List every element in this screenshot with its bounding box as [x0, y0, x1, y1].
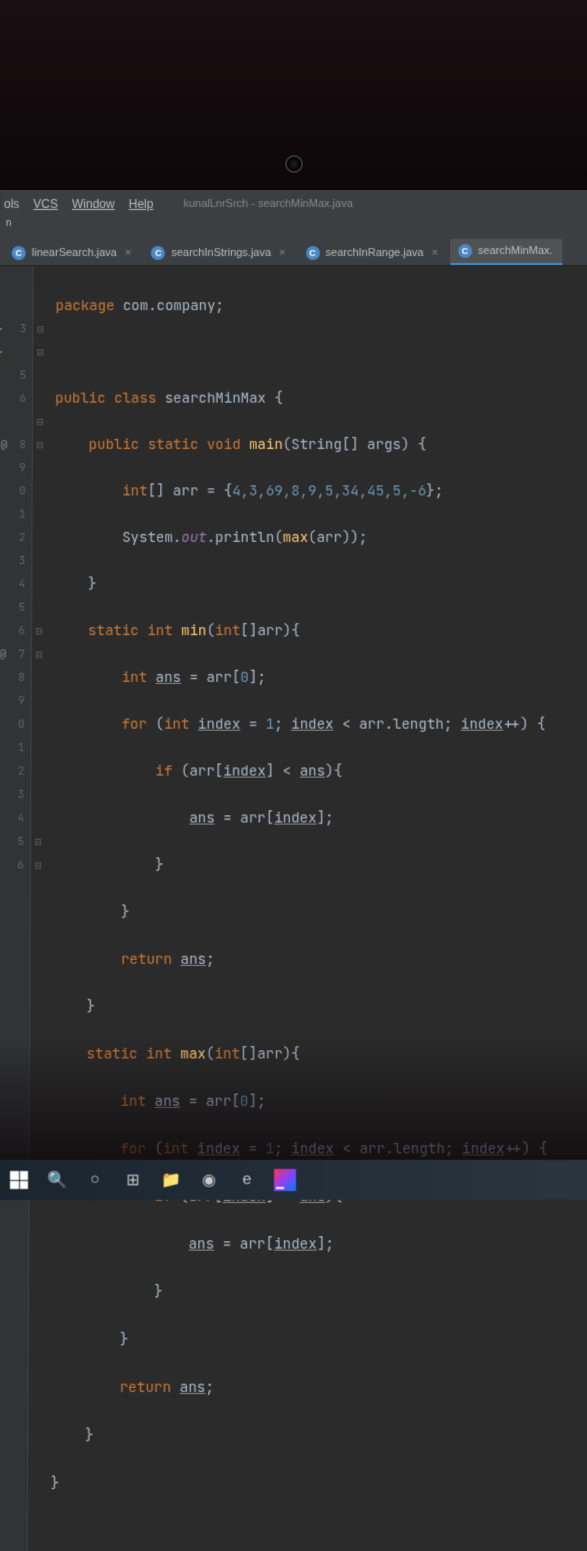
- override-icon: @: [1, 434, 8, 457]
- java-class-icon: C: [12, 246, 26, 260]
- edge-icon[interactable]: e: [234, 1167, 260, 1193]
- taskview-icon[interactable]: ⊞: [120, 1167, 146, 1193]
- tab-searchinrange[interactable]: C searchInRange.java ×: [298, 241, 448, 265]
- java-class-icon: C: [151, 246, 165, 260]
- search-icon[interactable]: 🔍: [44, 1167, 70, 1193]
- editor-tabs: C linearSearch.java × C searchInStrings.…: [0, 236, 587, 266]
- menu-vcs[interactable]: VCS: [33, 197, 58, 211]
- close-icon[interactable]: ×: [432, 247, 438, 259]
- windows-taskbar[interactable]: 🔍 ○ ⊞ 📁 ◉ e: [0, 1160, 587, 1200]
- screen-area: ols VCS Window Help kunalLnrSrch - searc…: [0, 190, 587, 1176]
- code-editor[interactable]: ▶3 ▶ 5 6 @8 9 0 1 2 3 4 5 6 @7 8 9 0 1 2…: [0, 266, 587, 1551]
- windows-logo-icon: [10, 1171, 28, 1189]
- webcam: [285, 155, 303, 173]
- toolwindow-bar[interactable]: n: [0, 218, 587, 236]
- run-marker-icon: ▶: [0, 341, 3, 364]
- tab-searchinstrings[interactable]: C searchInStrings.java ×: [143, 241, 295, 265]
- code-area[interactable]: package com.company; public class search…: [42, 266, 549, 1551]
- close-icon[interactable]: ×: [125, 247, 131, 259]
- tab-label: searchInRange.java: [326, 247, 424, 259]
- tab-linearsearch[interactable]: C linearSearch.java ×: [4, 241, 142, 265]
- run-marker-icon: ▶: [0, 318, 3, 341]
- main-menubar: ols VCS Window Help kunalLnrSrch - searc…: [0, 190, 587, 218]
- tab-searchminmax[interactable]: C searchMinMax.: [450, 239, 563, 265]
- menu-window[interactable]: Window: [72, 197, 115, 211]
- window-title: kunalLnrSrch - searchMinMax.java: [183, 198, 352, 210]
- intellij-logo-icon: [274, 1169, 296, 1191]
- tab-label: searchMinMax.: [478, 245, 553, 257]
- start-button[interactable]: [6, 1167, 32, 1193]
- cortana-icon[interactable]: ○: [82, 1167, 108, 1193]
- java-class-icon: C: [306, 246, 320, 260]
- java-class-icon: C: [458, 244, 472, 258]
- tab-label: linearSearch.java: [32, 247, 117, 259]
- intellij-icon[interactable]: [272, 1167, 298, 1193]
- browser-icon[interactable]: ◉: [196, 1167, 222, 1193]
- tab-label: searchInStrings.java: [171, 247, 271, 259]
- menu-tools[interactable]: ols: [4, 197, 19, 211]
- override-icon: @: [0, 643, 6, 666]
- menu-help[interactable]: Help: [129, 197, 154, 211]
- close-icon[interactable]: ×: [279, 247, 285, 259]
- file-explorer-icon[interactable]: 📁: [158, 1167, 184, 1193]
